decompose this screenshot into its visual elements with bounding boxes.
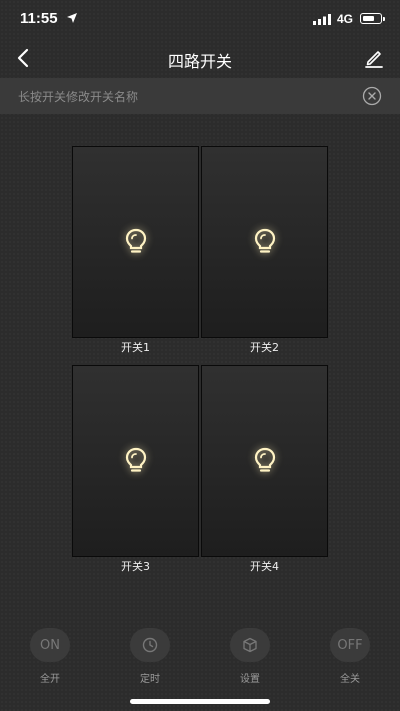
location-arrow-icon — [67, 13, 77, 23]
switch-4-label: 开关4 — [250, 560, 279, 573]
battery-icon — [360, 13, 385, 24]
settings-label: 设置 — [240, 674, 260, 685]
switch-1-label: 开关1 — [121, 341, 150, 354]
clock-icon — [142, 637, 158, 653]
switch-3-label: 开关3 — [121, 560, 150, 573]
cube-icon — [243, 637, 257, 653]
switch-4[interactable] — [201, 365, 328, 557]
on-icon: ON — [30, 628, 70, 662]
home-indicator — [130, 699, 270, 704]
status-bar: 11:55 4G — [0, 0, 400, 40]
all-off-button[interactable]: OFF 全关 — [320, 628, 380, 685]
timer-button[interactable]: 定时 — [120, 628, 180, 685]
all-off-label: 全关 — [340, 674, 360, 685]
hint-text: 长按开关修改开关名称 — [18, 90, 139, 104]
status-time: 11:55 — [20, 10, 58, 27]
bulb-icon — [125, 228, 146, 253]
close-icon[interactable] — [362, 86, 382, 106]
settings-button[interactable]: 设置 — [220, 628, 280, 685]
bulb-icon — [125, 447, 146, 472]
off-icon: OFF — [330, 628, 370, 662]
switch-2[interactable] — [201, 146, 328, 338]
network-type: 4G — [337, 12, 354, 26]
page-title: 四路开关 — [167, 52, 232, 71]
edit-icon[interactable] — [362, 46, 386, 70]
switch-1[interactable] — [72, 146, 199, 338]
bottom-toolbar: ON 全开 定时 设置 OFF 全关 — [0, 628, 400, 688]
hint-bar: 长按开关修改开关名称 — [0, 78, 400, 114]
bulb-icon — [254, 447, 275, 472]
timer-label: 定时 — [140, 674, 160, 685]
signal-icon — [313, 14, 331, 25]
all-on-label: 全开 — [40, 674, 60, 685]
switch-3[interactable] — [72, 365, 199, 557]
switch-2-label: 开关2 — [250, 341, 279, 354]
bulb-icon — [254, 228, 275, 253]
all-on-button[interactable]: ON 全开 — [20, 628, 80, 685]
nav-bar: 四路开关 — [0, 40, 400, 76]
